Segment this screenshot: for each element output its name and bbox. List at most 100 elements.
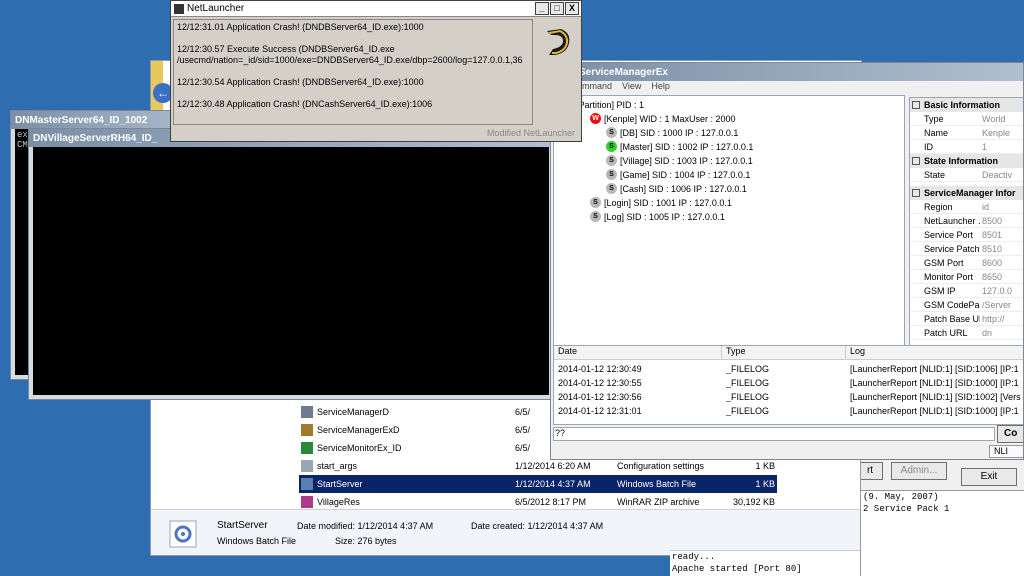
property-row[interactable]: GSM CodePage/Server (910, 298, 1023, 312)
menu-view[interactable]: View (622, 81, 641, 95)
file-name: VillageRes (317, 497, 360, 507)
menu-command[interactable]: ommand (577, 81, 612, 95)
detail-date-modified: Date modified: 1/12/2014 4:37 AM (297, 521, 434, 531)
property-key: GSM Port (924, 257, 964, 268)
property-row[interactable]: Service Port 8501 (910, 228, 1023, 242)
tree-node-game[interactable]: S [Game] SID : 1004 IP : 127.0.0.1 (606, 168, 750, 181)
world-badge-icon: W (590, 113, 601, 124)
tree-node-cash[interactable]: S [Cash] SID : 1006 IP : 127.0.0.1 (606, 182, 747, 195)
window-title[interactable]: ServiceManagerEx (551, 63, 1023, 81)
collapse-icon[interactable] (912, 101, 920, 109)
property-key: Type (924, 113, 944, 124)
property-value: 8600 (982, 257, 1003, 268)
command-button[interactable]: Co (997, 425, 1023, 443)
property-key: GSM IP (924, 285, 956, 296)
file-name-cell: ServiceMonitorEx_ID (299, 442, 515, 454)
file-icon (301, 496, 313, 508)
nlid-field[interactable]: NLI (989, 445, 1023, 458)
file-name-cell: start_args (299, 460, 515, 472)
log-row[interactable]: 2014-01-12 12:30:56 _FILELOG [LauncherRepo… (554, 390, 1023, 404)
col-type[interactable]: Type (722, 346, 846, 359)
village-server-console[interactable]: DNVillageServerRH64_ID_ (28, 128, 554, 400)
tree-node-partition[interactable]: [Partition] PID : 1 (576, 98, 644, 111)
close-button[interactable]: X (565, 2, 579, 15)
property-value: 127.0.0 (982, 285, 1013, 296)
file-name: ServiceManagerD (317, 407, 390, 417)
log-message: [LauncherReport [NLID:1] [SID:1000] [IP:… (850, 378, 1019, 388)
property-row[interactable]: Service Patch...8510 (910, 242, 1023, 256)
section-title: Basic Information (924, 100, 1001, 110)
log-date: 2014-01-12 12:31:01 (558, 406, 642, 416)
tree-node-master[interactable]: S [Master] SID : 1002 IP : 127.0.0.1 (606, 140, 753, 153)
property-row[interactable]: NetLauncher ... 8500 (910, 214, 1023, 228)
property-row[interactable]: Patch Base URLhttp:// (910, 312, 1023, 326)
property-value: 8501 (982, 229, 1003, 240)
property-row[interactable]: GSM IP 127.0.0 (910, 284, 1023, 298)
netlauncher-window: NetLauncher _ □ X 12/12:31.01 Applicatio… (170, 0, 582, 142)
menu-bar: ommand View Help (551, 81, 1023, 95)
sm-info-header[interactable]: ServiceManager Infor (910, 186, 1023, 200)
property-key: State (924, 169, 946, 180)
log-line: /usecmd/nation=_id/sid=1000/exe=DNDBServ… (177, 55, 523, 65)
tree-node-label: [Village] SID : 1003 IP : 127.0.0.1 (620, 155, 753, 166)
log-type: _FILELOG (726, 364, 770, 374)
exit-button[interactable]: Exit (961, 468, 1017, 486)
log-message: [LauncherReport [NLID:1] [SID:1000] [IP:… (850, 406, 1019, 416)
log-row[interactable]: 2014-01-12 12:30:55 _FILELOG [LauncherRepo… (554, 376, 1023, 390)
console-output (33, 147, 549, 395)
property-row[interactable]: Patch URL dn (910, 326, 1023, 340)
property-row[interactable]: Region id (910, 200, 1023, 214)
tree-node-db[interactable]: S [DB] SID : 1000 IP : 127.0.0.1 (606, 126, 738, 139)
maximize-button[interactable]: □ (550, 2, 564, 15)
admin-button[interactable]: Admin... (891, 462, 947, 480)
tree-node-login[interactable]: S [Login] SID : 1001 IP : 127.0.0.1 (590, 196, 732, 209)
property-value: 1 (982, 141, 988, 152)
property-row[interactable]: Name Kenple (910, 126, 1023, 140)
collapse-icon[interactable] (912, 189, 920, 197)
file-name: StartServer (317, 479, 363, 489)
property-row[interactable]: Type World (910, 112, 1023, 126)
log-header: Date Type Log (554, 346, 1023, 360)
property-row[interactable]: Monitor Port 8650 (910, 270, 1023, 284)
file-icon (301, 478, 313, 490)
file-name-cell: VillageRes (299, 496, 515, 508)
apache-status-log: ready... Apache started [Port 80] (670, 550, 860, 576)
log-type: _FILELOG (726, 378, 770, 388)
command-input[interactable]: ?? (553, 427, 995, 441)
file-icon (301, 406, 313, 418)
property-key: Service Port (924, 229, 974, 240)
file-icon (301, 460, 313, 472)
tree-node-village[interactable]: S [Village] SID : 1003 IP : 127.0.0.1 (606, 154, 753, 167)
col-log[interactable]: Log (846, 346, 1023, 359)
server-badge-icon: S (606, 183, 617, 194)
start-button[interactable]: rt (861, 462, 883, 480)
basic-info-header[interactable]: Basic Information (910, 98, 1023, 112)
tree-node-label: [Log] SID : 1005 IP : 127.0.0.1 (604, 211, 725, 222)
apache-log: (9. May, 2007) 2 Service Pack 1 (861, 490, 1024, 576)
file-date: 1/12/2014 4:37 AM (515, 479, 591, 489)
netlauncher-log: 12/12:31.01 Application Crash! (DNDBServ… (173, 19, 533, 125)
log-row[interactable]: 2014-01-12 12:31:01 _FILELOG [LauncherRepo… (554, 404, 1023, 418)
server-badge-icon: S (590, 197, 601, 208)
tree-node-label: [Game] SID : 1004 IP : 127.0.0.1 (620, 169, 751, 180)
log-row[interactable]: 2014-01-12 12:30:49 _FILELOG [LauncherRepo… (554, 362, 1023, 376)
netlauncher-footer: Modified NetLauncher (486, 128, 575, 138)
tree-node-log[interactable]: S [Log] SID : 1005 IP : 127.0.0.1 (590, 210, 725, 223)
log-type: _FILELOG (726, 392, 770, 402)
detail-date-created: Date created: 1/12/2014 4:37 AM (471, 521, 604, 531)
server-badge-icon: S (606, 169, 617, 180)
file-type: WinRAR ZIP archive (617, 497, 700, 507)
property-row[interactable]: State Deactiv (910, 168, 1023, 182)
tree-node-world[interactable]: W [Kenple] WID : 1 MaxUser : 2000 (590, 112, 736, 125)
file-row[interactable]: StartServer 1/12/2014 4:37 AM Windows Batc… (299, 475, 777, 493)
property-row[interactable]: GSM Port 8600 (910, 256, 1023, 270)
property-key: ID (924, 141, 933, 152)
collapse-icon[interactable] (912, 157, 920, 165)
col-date[interactable]: Date (554, 346, 722, 359)
property-row[interactable]: ID 1 (910, 140, 1023, 154)
menu-help[interactable]: Help (651, 81, 670, 95)
minimize-button[interactable]: _ (535, 2, 549, 15)
netlauncher-titlebar[interactable]: NetLauncher _ □ X (171, 1, 581, 17)
file-icon (301, 442, 313, 454)
state-info-header[interactable]: State Information (910, 154, 1023, 168)
